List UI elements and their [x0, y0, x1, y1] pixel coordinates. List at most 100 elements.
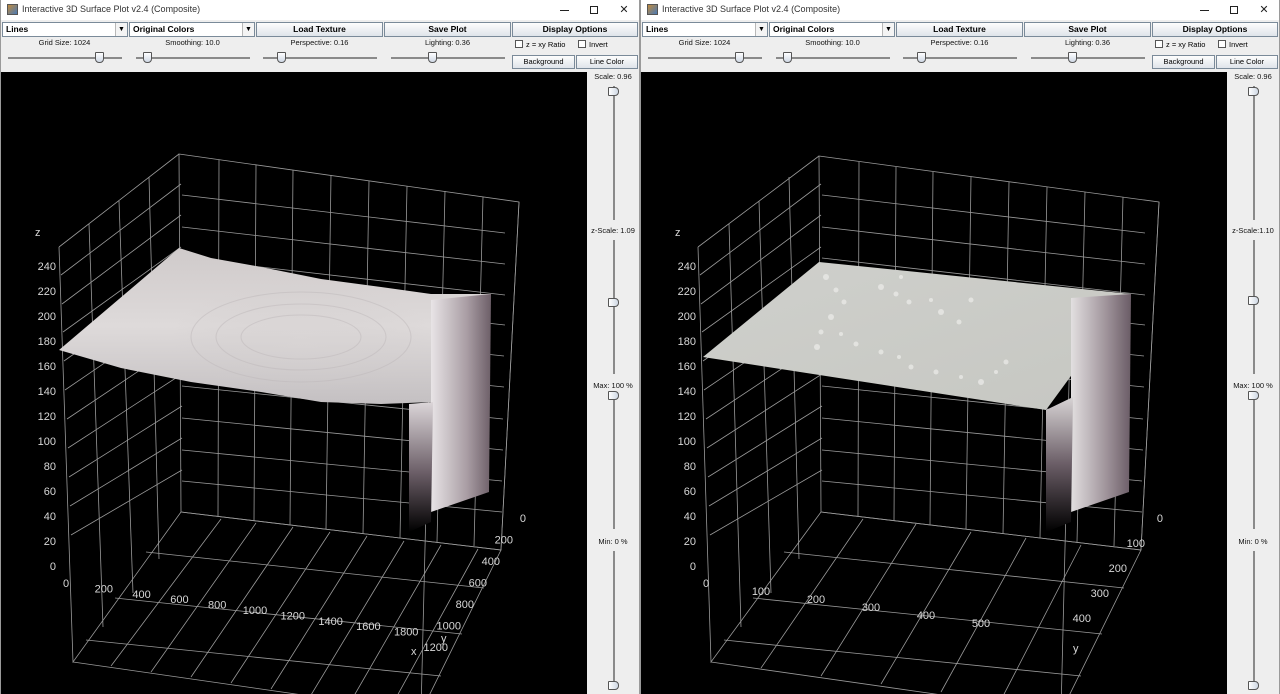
- slider-thumb[interactable]: [95, 52, 105, 63]
- plot-style-value: Lines: [6, 24, 29, 34]
- z-tick-label: 80: [44, 461, 56, 473]
- minimize-icon[interactable]: [1189, 0, 1219, 20]
- max-slider[interactable]: [1248, 391, 1260, 529]
- z-tick-label: 120: [678, 411, 696, 423]
- save-plot-button[interactable]: Save Plot: [1024, 22, 1151, 37]
- scale-slider[interactable]: [1248, 86, 1260, 220]
- scale-label: Scale: 0.96: [594, 72, 632, 81]
- scale-slider[interactable]: [608, 86, 620, 220]
- surface-plot-window-right: Interactive 3D Surface Plot v2.4 (Compos…: [640, 0, 1280, 694]
- slider-thumb[interactable]: [428, 52, 438, 63]
- lighting-slider[interactable]: [1031, 52, 1145, 64]
- chevron-down-icon[interactable]: ▼: [242, 23, 254, 36]
- scale-label: Scale: 0.96: [1234, 72, 1272, 81]
- z-scale-slider[interactable]: [1248, 240, 1260, 374]
- slider-thumb[interactable]: [1068, 52, 1078, 63]
- slider-track: [1253, 240, 1255, 374]
- invert-checkbox[interactable]: Invert: [1218, 39, 1248, 51]
- smoothing-slider[interactable]: [776, 52, 890, 64]
- scale-sidebar: Scale: 0.96 z-Scale:1.10 Max: 100 % Min:…: [1227, 72, 1279, 694]
- load-texture-button[interactable]: Load Texture: [256, 22, 383, 37]
- min-slider[interactable]: [608, 551, 620, 690]
- checkbox-box[interactable]: [1155, 40, 1163, 48]
- slider-thumb[interactable]: [608, 297, 619, 307]
- smoothing-slider[interactable]: [136, 52, 250, 64]
- slider-thumb[interactable]: [1248, 391, 1259, 400]
- close-icon[interactable]: ✕: [1249, 0, 1279, 20]
- checkbox-box[interactable]: [515, 40, 523, 48]
- slider-thumb[interactable]: [1248, 87, 1259, 97]
- max-slider[interactable]: [608, 391, 620, 529]
- load-texture-button[interactable]: Load Texture: [896, 22, 1023, 37]
- surface-plot-svg[interactable]: z x y 020406080100120140160180200220240 …: [1, 72, 587, 694]
- y-tick-label: 200: [495, 535, 513, 547]
- invert-label: Invert: [589, 40, 608, 49]
- close-icon[interactable]: ✕: [609, 0, 639, 20]
- y-tick-label: 0: [520, 513, 526, 525]
- z-tick-label: 20: [684, 536, 696, 548]
- background-button[interactable]: Background: [1152, 55, 1215, 69]
- perspective-slider[interactable]: [263, 52, 377, 64]
- save-plot-button[interactable]: Save Plot: [384, 22, 511, 37]
- line-color-button[interactable]: Line Color: [576, 55, 638, 69]
- maximize-icon[interactable]: [579, 0, 609, 20]
- z-tick-label: 240: [38, 261, 56, 273]
- surface-plot-svg[interactable]: z y 0 20 40 60 80 100 120 140 160 180 200 220 240 0 1…: [641, 72, 1227, 694]
- x-tick-label: 0: [63, 578, 69, 590]
- x-tick-labels: 0 200 400 600 800 1000 1200 1400 1600 1800: [63, 578, 419, 639]
- plot-style-select[interactable]: Lines ▼: [642, 22, 768, 37]
- color-mode-select[interactable]: Original Colors ▼: [769, 22, 895, 37]
- slider-track: [776, 57, 890, 59]
- slider-thumb[interactable]: [608, 681, 619, 690]
- plot-style-value: Lines: [646, 24, 669, 34]
- chevron-down-icon[interactable]: ▼: [882, 23, 894, 36]
- plot-canvas[interactable]: z y 0 20 40 60 80 100 120 140 160 180 200 220 240 0 1…: [641, 72, 1227, 694]
- min-slider[interactable]: [1248, 551, 1260, 690]
- surface-mesh: [703, 262, 1131, 532]
- plot-canvas[interactable]: z x y 0 20 40 60 80 100 120 140 160 180 200 220 240 …: [1, 72, 587, 694]
- z-tick-label: 160: [38, 361, 56, 373]
- color-mode-select[interactable]: Original Colors ▼: [129, 22, 255, 37]
- grid-size-slider[interactable]: [648, 52, 762, 64]
- slider-thumb[interactable]: [1248, 296, 1259, 306]
- title-bar[interactable]: Interactive 3D Surface Plot v2.4 (Compos…: [1, 0, 639, 20]
- z-xy-ratio-checkbox[interactable]: z = xy Ratio: [1155, 39, 1205, 51]
- x-tick-label: 1400: [318, 616, 342, 628]
- color-mode-value: Original Colors: [133, 24, 195, 34]
- display-options-button[interactable]: Display Options: [1152, 22, 1278, 37]
- z-tick-labels: 0 20 40 60 80 100 120 140 160 180 200 220 240: [678, 261, 696, 573]
- z-scale-slider[interactable]: [608, 240, 620, 374]
- max-label: Max: 100 %: [1233, 381, 1273, 390]
- slider-thumb[interactable]: [735, 52, 745, 63]
- maximize-icon[interactable]: [1219, 0, 1249, 20]
- line-color-button[interactable]: Line Color: [1216, 55, 1278, 69]
- z-xy-ratio-checkbox[interactable]: z = xy Ratio: [515, 39, 565, 51]
- lighting-slider[interactable]: [391, 52, 505, 64]
- minimize-icon[interactable]: [549, 0, 579, 20]
- imagej-app-icon: [647, 4, 658, 15]
- slider-thumb[interactable]: [783, 52, 793, 63]
- z-xy-ratio-label: z = xy Ratio: [1166, 40, 1206, 49]
- invert-checkbox[interactable]: Invert: [578, 39, 608, 51]
- slider-track: [1253, 395, 1255, 529]
- x-tick-label: 1200: [281, 610, 305, 622]
- slider-thumb[interactable]: [143, 52, 153, 63]
- slider-thumb[interactable]: [277, 52, 287, 63]
- slider-thumb[interactable]: [608, 391, 619, 400]
- grid-size-slider[interactable]: [8, 52, 122, 64]
- slider-track: [1253, 86, 1255, 220]
- chevron-down-icon[interactable]: ▼: [115, 23, 127, 36]
- slider-thumb[interactable]: [608, 87, 619, 97]
- chevron-down-icon[interactable]: ▼: [755, 23, 767, 36]
- title-bar[interactable]: Interactive 3D Surface Plot v2.4 (Compos…: [641, 0, 1279, 20]
- checkbox-box[interactable]: [578, 40, 586, 48]
- display-options-button[interactable]: Display Options: [512, 22, 638, 37]
- perspective-slider[interactable]: [903, 52, 1017, 64]
- plot-style-select[interactable]: Lines ▼: [2, 22, 128, 37]
- slider-thumb[interactable]: [917, 52, 927, 63]
- axis-z-label: z: [675, 227, 681, 239]
- background-button[interactable]: Background: [512, 55, 575, 69]
- checkbox-box[interactable]: [1218, 40, 1226, 48]
- slider-thumb[interactable]: [1248, 681, 1259, 690]
- x-tick-label: 600: [170, 594, 188, 606]
